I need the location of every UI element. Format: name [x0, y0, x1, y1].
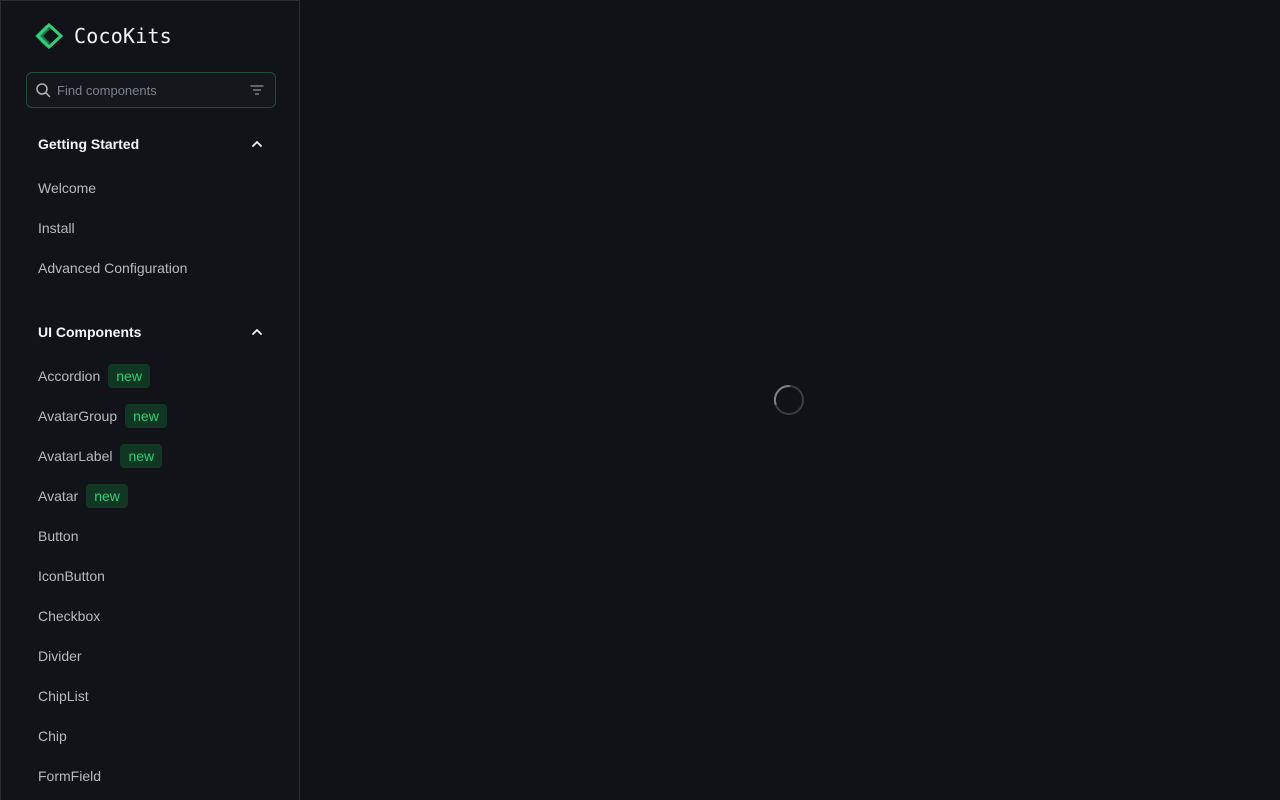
nav-item-label: FormField: [38, 768, 102, 784]
nav-item-formfield[interactable]: FormField: [26, 760, 276, 792]
nav-item-iconbutton[interactable]: IconButton: [26, 560, 276, 592]
nav-item-label: Advanced Configuration: [38, 260, 188, 276]
nav-item-avatar[interactable]: Avatar new: [26, 480, 276, 512]
brand[interactable]: CocoKits: [33, 21, 172, 51]
nav-item-label: ChipList: [38, 688, 89, 704]
brand-name: CocoKits: [74, 24, 172, 48]
nav-item-avatargroup[interactable]: AvatarGroup new: [26, 400, 276, 432]
section-header-getting-started[interactable]: Getting Started: [26, 128, 276, 160]
nav-item-advanced-configuration[interactable]: Advanced Configuration: [26, 252, 276, 284]
loading-spinner-icon: [773, 384, 804, 415]
nav-item-label: Welcome: [38, 180, 97, 196]
new-badge: new: [108, 364, 150, 388]
cocokits-logo-icon: [35, 22, 64, 50]
filter-icon[interactable]: [249, 82, 265, 98]
nav-item-avatarlabel[interactable]: AvatarLabel new: [26, 440, 276, 472]
nav-item-chip[interactable]: Chip: [26, 720, 276, 752]
nav-item-label: Avatar: [38, 488, 79, 504]
nav-item-label: Install: [38, 220, 75, 236]
section-title: UI Components: [38, 324, 142, 340]
nav-item-label: AvatarLabel: [38, 448, 113, 464]
nav-item-label: Accordion: [38, 368, 101, 384]
section-header-ui-components[interactable]: UI Components: [26, 316, 276, 348]
nav-item-button[interactable]: Button: [26, 520, 276, 552]
new-badge: new: [120, 444, 163, 468]
nav-item-label: AvatarGroup: [38, 408, 118, 424]
nav-item-divider[interactable]: Divider: [26, 640, 276, 672]
sidebar: CocoKits Getting Started Welcome: [0, 0, 300, 800]
nav-item-accordion[interactable]: Accordion new: [26, 360, 276, 392]
nav-item-label: IconButton: [38, 568, 105, 584]
search-icon: [36, 83, 51, 98]
nav-item-label: Chip: [38, 728, 67, 744]
new-badge: new: [86, 484, 128, 508]
nav-item-label: Checkbox: [38, 608, 101, 624]
nav-item-label: Button: [38, 528, 79, 544]
search-box: [26, 72, 276, 108]
search-input[interactable]: [51, 73, 249, 107]
app-root: CocoKits Getting Started Welcome: [0, 0, 1280, 800]
nav-item-install[interactable]: Install: [26, 212, 276, 244]
nav-item-welcome[interactable]: Welcome: [26, 172, 276, 204]
nav-item-label: Divider: [38, 648, 82, 664]
nav-item-chiplist[interactable]: ChipList: [26, 680, 276, 712]
new-badge: new: [125, 404, 167, 428]
nav-item-checkbox[interactable]: Checkbox: [26, 600, 276, 632]
section-title: Getting Started: [38, 136, 140, 152]
chevron-up-icon: [252, 141, 262, 147]
chevron-up-icon: [252, 329, 262, 335]
